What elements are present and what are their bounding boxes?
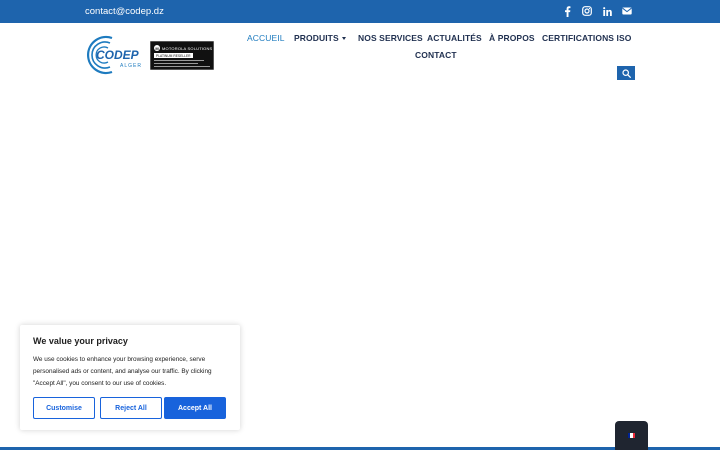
language-switcher[interactable] [615, 421, 648, 450]
badge-fine-print [154, 66, 210, 67]
logo-wordmark: CODEP [96, 48, 140, 62]
french-flag-icon [628, 433, 635, 438]
nav-produits-label: PRODUITS [294, 33, 339, 43]
cookie-title: We value your privacy [33, 336, 128, 346]
accept-all-button[interactable]: Accept All [164, 397, 226, 419]
nav-accueil[interactable]: ACCUEIL [247, 33, 285, 43]
contact-email-link[interactable]: contact@codep.dz [85, 6, 164, 17]
facebook-icon[interactable] [561, 5, 573, 17]
badge-fine-print [154, 60, 204, 61]
top-bar: contact@codep.dz [0, 0, 720, 23]
motorola-emblem-icon: M [154, 45, 160, 51]
logo-city: ALGER [120, 63, 142, 69]
badge-fine-print [154, 63, 198, 64]
search-button[interactable] [617, 66, 635, 80]
flag-stripe [632, 433, 635, 438]
cookie-description: We use cookies to enhance your browsing … [33, 356, 212, 387]
nav-contact[interactable]: CONTACT [415, 50, 457, 60]
nav-actualites[interactable]: ACTUALITÉS [427, 33, 482, 43]
search-icon [621, 68, 631, 78]
badge-brand: MOTOROLA SOLUTIONS [162, 45, 213, 51]
nav-produits[interactable]: PRODUITS [294, 33, 346, 43]
badge-tier: PLATINUM RESELLER [154, 53, 193, 58]
caret-down-icon [341, 37, 346, 40]
reject-all-button[interactable]: Reject All [100, 397, 162, 419]
instagram-icon[interactable] [581, 5, 593, 17]
email-icon[interactable] [621, 5, 633, 17]
codep-logo[interactable]: CODEP ALGER [82, 32, 146, 78]
linkedin-icon[interactable] [601, 5, 613, 17]
customise-button[interactable]: Customise [33, 397, 95, 419]
nav-a-propos[interactable]: À PROPOS [489, 33, 535, 43]
nav-certifications-iso[interactable]: CERTIFICATIONS ISO [542, 33, 631, 43]
cookie-consent-banner: We value your privacy We use cookies to … [20, 325, 240, 430]
nav-services[interactable]: NOS SERVICES [358, 33, 423, 43]
motorola-partner-badge: M MOTOROLA SOLUTIONS PLATINUM RESELLER [150, 41, 214, 70]
